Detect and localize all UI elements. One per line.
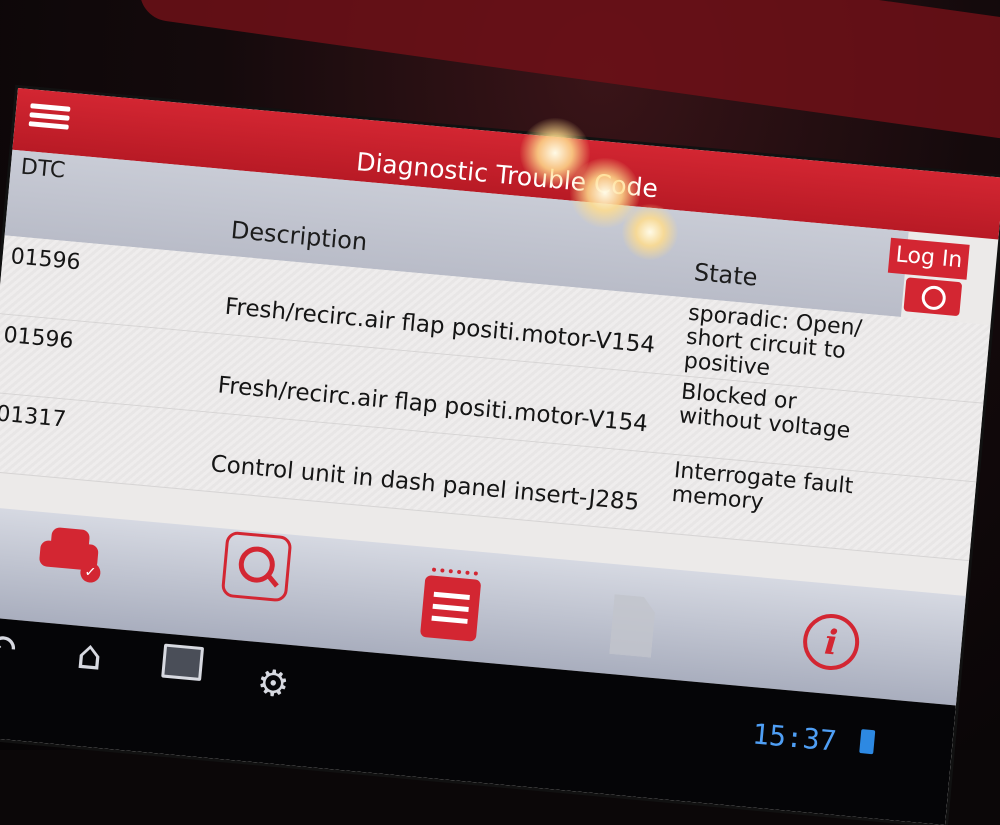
recent-apps-icon[interactable]: [161, 643, 205, 682]
report-icon-line: [433, 591, 470, 601]
report-button[interactable]: [419, 567, 484, 642]
report-icon-line: [431, 615, 468, 624]
report-icon-line: [432, 603, 469, 612]
status-clock: 15:37: [751, 717, 838, 758]
column-header-state: State: [692, 258, 759, 292]
dtc-code: 01596: [2, 322, 75, 354]
document-icon[interactable]: [609, 594, 656, 658]
screenshot-button[interactable]: [903, 277, 963, 317]
gear-icon[interactable]: ⚙: [255, 662, 291, 706]
column-header-dtc: DTC: [19, 154, 67, 184]
tablet-device: Diagnostic Trouble Code DTC Description …: [0, 0, 1000, 825]
search-button[interactable]: [220, 530, 293, 603]
check-icon: ✓: [79, 561, 102, 584]
battery-icon: [859, 729, 876, 755]
back-icon[interactable]: ↶: [0, 625, 19, 674]
app-screen: Diagnostic Trouble Code DTC Description …: [0, 88, 1000, 825]
home-icon[interactable]: ⌂: [75, 632, 104, 680]
menu-icon-bar: [30, 103, 71, 112]
dtc-code: 01317: [0, 401, 68, 433]
column-header-description: Description: [229, 215, 369, 257]
search-icon-handle: [266, 573, 279, 588]
vehicle-button[interactable]: ✓: [34, 522, 109, 586]
dtc-state: sporadic: Open/ short circuit to positiv…: [682, 300, 863, 382]
login-button[interactable]: Log In: [888, 237, 970, 280]
dtc-code: 01596: [9, 244, 82, 276]
dtc-description: Control unit in dash panel insert-J285: [209, 451, 641, 516]
camera-icon: [920, 284, 947, 311]
info-button[interactable]: i: [800, 611, 862, 673]
